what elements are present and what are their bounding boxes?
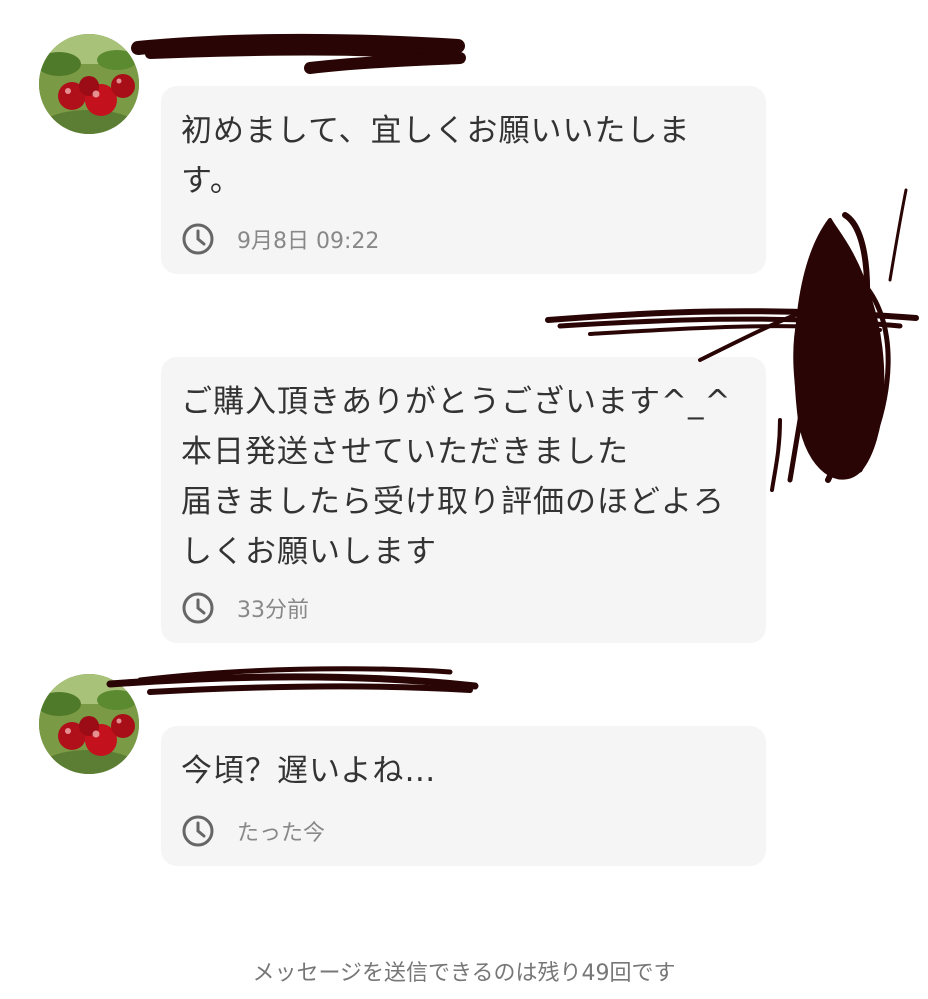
message-text: ご購入頂きありがとうございます^_^ 本日発送させていただきました 届きましたら… [181,384,732,570]
time-text: 33分前 [237,598,309,623]
message-bubble: 初めまして、宜しくお願いいたしま す。 9月8日 09:22 [161,86,766,274]
sender-name-redacted [110,668,480,708]
message-timestamp: たった今 [181,814,325,848]
message-text: 初めまして、宜しくお願いいたしま す。 [181,113,691,199]
remaining-messages-note: メッセージを送信できるのは残り49回です [252,961,676,986]
avatar[interactable] [39,34,139,134]
clock-icon [181,814,215,848]
message-text: 今頃？遅いよね… [181,753,437,789]
clock-icon [181,591,215,625]
message-timestamp: 33分前 [181,591,309,625]
time-text: 9月8日 09:22 [237,229,380,254]
message-bubble: 今頃？遅いよね… たった今 [161,726,766,866]
message-bubble: ご購入頂きありがとうございます^_^ 本日発送させていただきました 届きましたら… [161,357,766,643]
clock-icon [181,222,215,256]
time-text: たった今 [237,821,326,846]
message-timestamp: 9月8日 09:22 [181,222,379,256]
sender-name-redacted [135,30,465,70]
avatar-berries-image [39,34,139,134]
